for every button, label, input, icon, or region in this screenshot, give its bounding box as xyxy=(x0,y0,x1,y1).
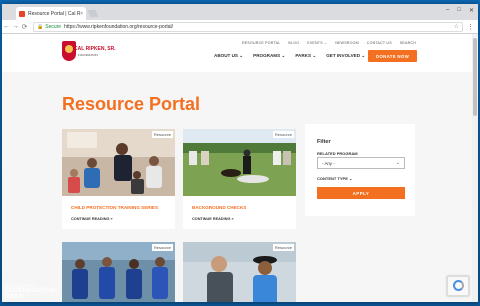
watermark-line2: SCREENCAST-O-MATIC xyxy=(5,288,58,300)
url-text: https://www.ripkenfoundation.org/resourc… xyxy=(64,23,174,30)
nav-programs[interactable]: PROGRAMS ⌄ xyxy=(253,53,285,59)
resource-card[interactable]: Resource CHILD PROTECTION TRAINING SERIE… xyxy=(62,129,175,229)
forward-icon[interactable]: → xyxy=(11,23,20,30)
nav-get-involved[interactable]: GET INVOLVED ⌄ xyxy=(326,53,365,59)
select-value: - Any - xyxy=(322,160,335,166)
util-link-search[interactable]: SEARCH xyxy=(400,41,416,45)
logo-text: CAL RIPKEN, SR. xyxy=(74,46,116,52)
donate-now-button[interactable]: DONATE NOW xyxy=(368,50,417,62)
card-tag: Resource xyxy=(272,244,294,251)
filter-title: Filter xyxy=(317,139,331,145)
card-photo-k9-demo[interactable] xyxy=(183,129,296,196)
back-icon[interactable]: ← xyxy=(2,23,11,30)
card-photo-officer-boy[interactable] xyxy=(183,242,296,302)
scrollbar-thumb[interactable] xyxy=(473,38,477,116)
browser-window: Resource Portal | Cal Ri... × – □ ✕ ← → … xyxy=(2,4,478,302)
recaptcha-badge[interactable] xyxy=(447,276,469,296)
chevron-down-icon: ⌄ xyxy=(395,160,400,166)
browser-tab[interactable]: Resource Portal | Cal Ri... × xyxy=(16,7,86,20)
recaptcha-icon xyxy=(453,280,464,291)
page-title: Resource Portal xyxy=(62,94,201,114)
util-link-newsroom[interactable]: NEWSROOM xyxy=(335,41,359,45)
secure-label: Secure xyxy=(45,23,62,30)
tab-title: Resource Portal | Cal Ri... xyxy=(28,10,81,17)
address-bar: ← → ⟳ 🔒 Secure https://www.ripkenfoundat… xyxy=(2,20,478,34)
nav-parks[interactable]: PARKS ⌄ xyxy=(295,53,316,59)
url-field[interactable]: 🔒 Secure https://www.ripkenfoundation.or… xyxy=(33,21,463,32)
tab-close-icon[interactable]: × xyxy=(80,11,83,17)
foundation-logo[interactable]: CAL RIPKEN, SR. FOUNDATION xyxy=(60,38,116,68)
resource-card[interactable]: Resource xyxy=(62,242,175,302)
browser-menu-icon[interactable]: ⋮ xyxy=(467,23,474,31)
reload-icon[interactable]: ⟳ xyxy=(20,23,29,31)
continue-reading-link[interactable]: CONTINUE READING » xyxy=(71,217,113,221)
card-tag: Resource xyxy=(151,244,173,251)
utility-nav: RESOURCE PORTAL BLOG EVENTS ⌄ NEWSROOM C… xyxy=(242,41,416,45)
continue-reading-link[interactable]: CONTINUE READING » xyxy=(192,217,234,221)
card-photo-team[interactable] xyxy=(62,242,175,302)
page-scrollbar[interactable] xyxy=(472,34,478,302)
filter-panel: Filter RELATED PROGRAM - Any - ⌄ CONTENT… xyxy=(305,124,415,216)
screencast-watermark: RECORDED WITH SCREENCAST-O-MATIC xyxy=(5,284,75,302)
main-content: Resource Portal Resource CHILD PROTECTIO… xyxy=(2,72,472,302)
main-nav: ABOUT US ⌄ PROGRAMS ⌄ PARKS ⌄ GET INVOLV… xyxy=(214,53,365,59)
logo-subtext: FOUNDATION xyxy=(78,53,98,57)
apply-button[interactable]: APPLY xyxy=(317,187,405,199)
resource-card[interactable]: Resource xyxy=(183,242,296,302)
card-tag: Resource xyxy=(151,131,173,138)
site-header: CAL RIPKEN, SR. FOUNDATION RESOURCE PORT… xyxy=(2,34,472,72)
util-link-events[interactable]: EVENTS ⌄ xyxy=(307,41,327,45)
card-title[interactable]: CHILD PROTECTION TRAINING SERIES xyxy=(71,205,158,210)
related-program-select[interactable]: - Any - ⌄ xyxy=(317,157,405,169)
util-link-contact-us[interactable]: CONTACT US xyxy=(367,41,392,45)
maximize-icon[interactable]: □ xyxy=(457,7,461,14)
content-type-toggle[interactable]: CONTENT TYPE ⌄ xyxy=(317,176,352,181)
close-window-icon[interactable]: ✕ xyxy=(469,7,474,14)
card-title[interactable]: BACKGROUND CHECKS xyxy=(192,205,246,210)
nav-about-us[interactable]: ABOUT US ⌄ xyxy=(214,53,243,59)
web-page: CAL RIPKEN, SR. FOUNDATION RESOURCE PORT… xyxy=(2,34,472,302)
site-favicon-icon xyxy=(19,10,25,17)
related-program-label: RELATED PROGRAM xyxy=(317,151,358,156)
minimize-icon[interactable]: – xyxy=(446,7,449,14)
card-photo-police-kids[interactable] xyxy=(62,129,175,196)
lock-icon: 🔒 xyxy=(37,23,44,30)
new-tab-button[interactable] xyxy=(87,10,99,17)
window-controls: – □ ✕ xyxy=(446,7,474,14)
bookmark-star-icon[interactable]: ☆ xyxy=(454,23,459,30)
card-tag: Resource xyxy=(272,131,294,138)
tab-bar: Resource Portal | Cal Ri... × – □ ✕ xyxy=(2,4,478,20)
util-link-resource-portal[interactable]: RESOURCE PORTAL xyxy=(242,41,280,45)
resource-card[interactable]: Resource BACKGROUND CHECKS CONTINUE READ… xyxy=(183,129,296,229)
util-link-blog[interactable]: BLOG xyxy=(288,41,299,45)
